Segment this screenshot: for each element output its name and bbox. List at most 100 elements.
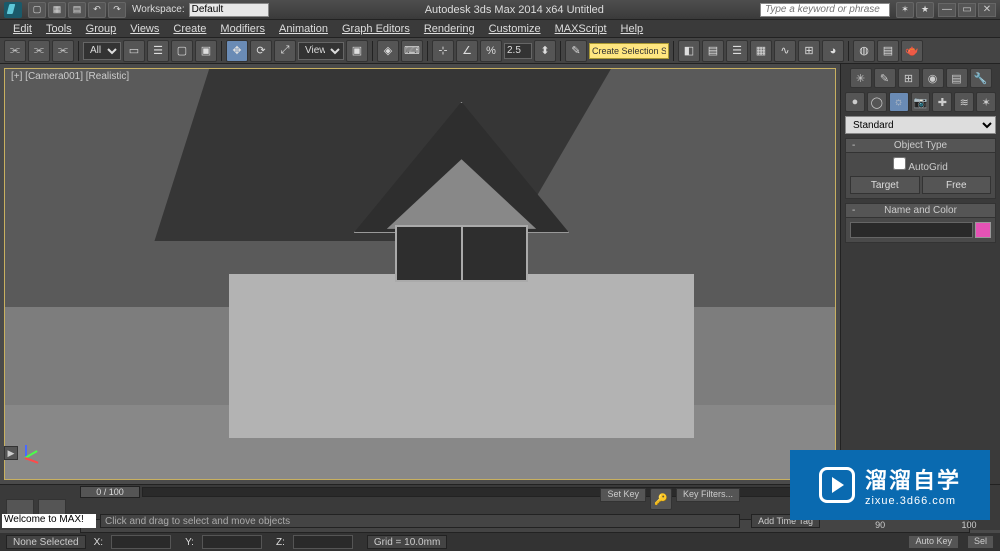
pivot-center-icon[interactable]: ▣ [346, 40, 368, 62]
named-selset-input[interactable] [589, 43, 669, 59]
z-label: Z: [276, 537, 285, 548]
infocenter-icon[interactable]: ✶ [896, 2, 914, 18]
cat-shapes-icon[interactable]: ◯ [867, 92, 887, 112]
selected-button[interactable]: Sel [967, 535, 994, 549]
angle-snap-icon[interactable]: ∠ [456, 40, 478, 62]
x-label: X: [94, 537, 103, 548]
rollout-name-color-header[interactable]: Name and Color [845, 203, 996, 218]
menu-customize[interactable]: Customize [482, 23, 548, 35]
select-region-icon[interactable]: ▢ [171, 40, 193, 62]
menu-views[interactable]: Views [123, 23, 166, 35]
render-icon[interactable]: 🫖 [901, 40, 923, 62]
maxscript-listener[interactable]: Welcome to MAX! [2, 514, 96, 528]
viewport[interactable]: [+] [Camera001] [Realistic] [4, 68, 836, 480]
maximize-button[interactable]: ▭ [958, 3, 976, 17]
manipulate-icon[interactable]: ◈ [377, 40, 399, 62]
named-selset-edit-icon[interactable]: ✎ [565, 40, 587, 62]
selection-filter-select[interactable]: All [83, 42, 121, 60]
menu-maxscript[interactable]: MAXScript [548, 23, 614, 35]
prompt-line: Click and drag to select and move object… [100, 514, 740, 528]
watermark-text: 溜溜自学 [865, 463, 961, 495]
tab-utilities-icon[interactable]: 🔧 [970, 68, 992, 88]
playback-expand-icon[interactable]: ▶ [4, 446, 18, 460]
material-editor-icon[interactable]: ◕ [822, 40, 844, 62]
cat-geometry-icon[interactable]: ● [845, 92, 865, 112]
viewport-scene [5, 69, 835, 479]
qat-open-icon[interactable]: ▦ [48, 2, 66, 18]
time-slider[interactable]: 0 / 100 [80, 486, 140, 498]
qat-undo-icon[interactable]: ↶ [88, 2, 106, 18]
spinner-snap-icon[interactable]: ⬍ [534, 40, 556, 62]
graphite-ribbon-icon[interactable]: ▦ [750, 40, 772, 62]
scale-icon[interactable]: ⤢ [274, 40, 296, 62]
cat-systems-icon[interactable]: ✶ [976, 92, 996, 112]
tab-modify-icon[interactable]: ✎ [874, 68, 896, 88]
bind-spacewarp-icon[interactable]: ⫘ [52, 40, 74, 62]
keymode-icon[interactable]: 🔑 [650, 488, 672, 510]
autokey-button[interactable]: Auto Key [908, 535, 959, 549]
layer-manager-icon[interactable]: ☰ [726, 40, 748, 62]
window-crossing-icon[interactable]: ▣ [195, 40, 217, 62]
qat-save-icon[interactable]: ▤ [68, 2, 86, 18]
y-label: Y: [185, 537, 194, 548]
tab-display-icon[interactable]: ▤ [946, 68, 968, 88]
keyfilters-button[interactable]: Key Filters... [676, 488, 740, 502]
rollout-object-type-header[interactable]: Object Type [845, 138, 996, 153]
watermark-logo: 溜溜自学 zixue.3d66.com [790, 450, 990, 520]
app-logo[interactable] [4, 2, 22, 18]
spinner-value[interactable]: 2.5 [504, 43, 532, 59]
help-search-input[interactable] [760, 3, 890, 17]
minimize-button[interactable]: — [938, 3, 956, 17]
move-icon[interactable]: ✥ [226, 40, 248, 62]
keyboard-shortcut-icon[interactable]: ⌨ [401, 40, 423, 62]
subcategory-select[interactable]: Standard [845, 116, 996, 134]
menu-create[interactable]: Create [166, 23, 213, 35]
select-object-icon[interactable]: ▭ [123, 40, 145, 62]
rotate-icon[interactable]: ⟳ [250, 40, 272, 62]
free-button[interactable]: Free [922, 176, 992, 194]
cat-helpers-icon[interactable]: ✚ [932, 92, 952, 112]
select-name-icon[interactable]: ☰ [147, 40, 169, 62]
object-color-swatch[interactable] [975, 222, 991, 238]
autogrid-checkbox[interactable]: AutoGrid [893, 157, 948, 173]
unlink-icon[interactable]: ⫘ [28, 40, 50, 62]
render-setup-icon[interactable]: ◍ [853, 40, 875, 62]
cat-cameras-icon[interactable]: 📷 [911, 92, 931, 112]
viewport-label[interactable]: [+] [Camera001] [Realistic] [11, 71, 129, 82]
ref-coord-select[interactable]: View [298, 42, 344, 60]
schematic-view-icon[interactable]: ⊞ [798, 40, 820, 62]
tab-hierarchy-icon[interactable]: ⊞ [898, 68, 920, 88]
z-input[interactable] [293, 535, 353, 549]
close-button[interactable]: ✕ [978, 3, 996, 17]
link-icon[interactable]: ⫘ [4, 40, 26, 62]
menu-group[interactable]: Group [79, 23, 124, 35]
rendered-frame-icon[interactable]: ▤ [877, 40, 899, 62]
setkey-button[interactable]: Set Key [600, 488, 646, 502]
qat-redo-icon[interactable]: ↷ [108, 2, 126, 18]
favorites-icon[interactable]: ★ [916, 2, 934, 18]
workspace-select[interactable] [189, 3, 269, 17]
cat-lights-icon[interactable]: ☼ [889, 92, 909, 112]
y-input[interactable] [202, 535, 262, 549]
menu-edit[interactable]: Edit [6, 23, 39, 35]
menu-tools[interactable]: Tools [39, 23, 79, 35]
object-name-input[interactable] [850, 222, 973, 238]
align-icon[interactable]: ▤ [702, 40, 724, 62]
menu-help[interactable]: Help [614, 23, 651, 35]
percent-snap-icon[interactable]: % [480, 40, 502, 62]
curve-editor-icon[interactable]: ∿ [774, 40, 796, 62]
tab-create-icon[interactable]: ✳ [850, 68, 872, 88]
qat-new-icon[interactable]: ▢ [28, 2, 46, 18]
menu-modifiers[interactable]: Modifiers [213, 23, 272, 35]
mirror-icon[interactable]: ◧ [678, 40, 700, 62]
watermark-url: zixue.3d66.com [865, 495, 956, 507]
cat-spacewarps-icon[interactable]: ≋ [954, 92, 974, 112]
snap-toggle-icon[interactable]: ⊹ [432, 40, 454, 62]
menu-animation[interactable]: Animation [272, 23, 335, 35]
x-input[interactable] [111, 535, 171, 549]
menu-rendering[interactable]: Rendering [417, 23, 482, 35]
tab-motion-icon[interactable]: ◉ [922, 68, 944, 88]
target-button[interactable]: Target [850, 176, 920, 194]
menu-grapheditors[interactable]: Graph Editors [335, 23, 417, 35]
workspace-label: Workspace: [132, 4, 185, 15]
